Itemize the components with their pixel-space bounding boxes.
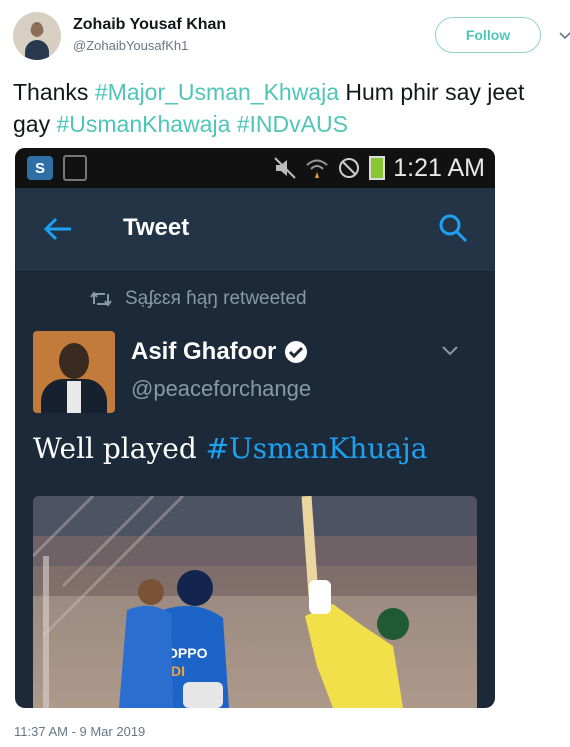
follow-button[interactable]: Follow	[435, 17, 541, 53]
retweet-context: Sạʄɛɛя ɦąŋ retweeted	[89, 288, 307, 310]
tweet-header: Zohaib Yousaf Khan @ZohaibYousafKh1 Foll…	[13, 12, 570, 64]
status-time: 1:21 AM	[393, 153, 485, 182]
page-title: Tweet	[123, 214, 190, 241]
avatar-shirt	[67, 381, 81, 413]
tweet-photo[interactable]: OPPO INDI	[33, 496, 477, 708]
retweeted-text-prefix: Well played	[33, 432, 206, 465]
hashtag-link[interactable]: #UsmanKhawaja	[56, 111, 230, 137]
tweet-timestamp[interactable]: 11:37 AM - 9 Mar 2019	[14, 724, 145, 739]
original-author-name-row[interactable]: Asif Ghafoor	[131, 338, 308, 366]
author-name[interactable]: Zohaib Yousaf Khan	[73, 16, 226, 34]
app-notification-icon: S	[27, 156, 53, 180]
avatar-face	[31, 22, 43, 37]
retweeted-text: Well played #UsmanKhuaja	[33, 432, 427, 465]
author-handle[interactable]: @ZohaibYousafKh1	[73, 38, 188, 53]
tweet-text: Thanks #Major_Usman_Khwaja Hum phir say …	[13, 76, 563, 140]
avatar-head	[59, 343, 89, 379]
author-avatar[interactable]	[13, 12, 61, 60]
search-icon[interactable]	[437, 212, 469, 244]
tweet-text-segment: Thanks	[13, 79, 95, 105]
status-icons: 1:21 AM	[273, 152, 485, 184]
cricket-photo: OPPO INDI	[33, 496, 477, 708]
retweet-icon	[90, 291, 112, 307]
no-signal-icon	[339, 158, 360, 178]
hashtag-link[interactable]: #UsmanKhuaja	[206, 432, 428, 465]
hashtag-link[interactable]: #INDvAUS	[237, 111, 348, 137]
original-author-name: Asif Ghafoor	[131, 338, 277, 365]
retweeted-by-label: Sạʄɛɛя ɦąŋ retweeted	[125, 288, 307, 309]
hashtag-link[interactable]: #Major_Usman_Khwaja	[95, 79, 339, 105]
avatar-body	[25, 40, 49, 60]
app-bar: Tweet	[15, 188, 495, 272]
jersey-sponsor: OPPO	[167, 645, 208, 661]
battery-icon	[369, 156, 386, 180]
embedded-screenshot[interactable]: S 1:21 AM Tweet Sạʄɛɛя ɦąŋ retweeted Asi…	[15, 148, 495, 708]
verified-badge-icon	[285, 341, 308, 363]
sim-card-icon	[63, 155, 87, 181]
chevron-down-icon[interactable]	[558, 28, 570, 42]
mute-icon	[274, 157, 296, 179]
chevron-down-icon[interactable]	[441, 344, 459, 358]
original-author-handle[interactable]: @peaceforchange	[131, 376, 311, 402]
back-arrow-icon[interactable]	[43, 216, 73, 242]
original-author-avatar[interactable]	[33, 331, 115, 413]
phone-status-bar: S 1:21 AM	[15, 148, 495, 188]
wifi-icon	[306, 159, 328, 178]
